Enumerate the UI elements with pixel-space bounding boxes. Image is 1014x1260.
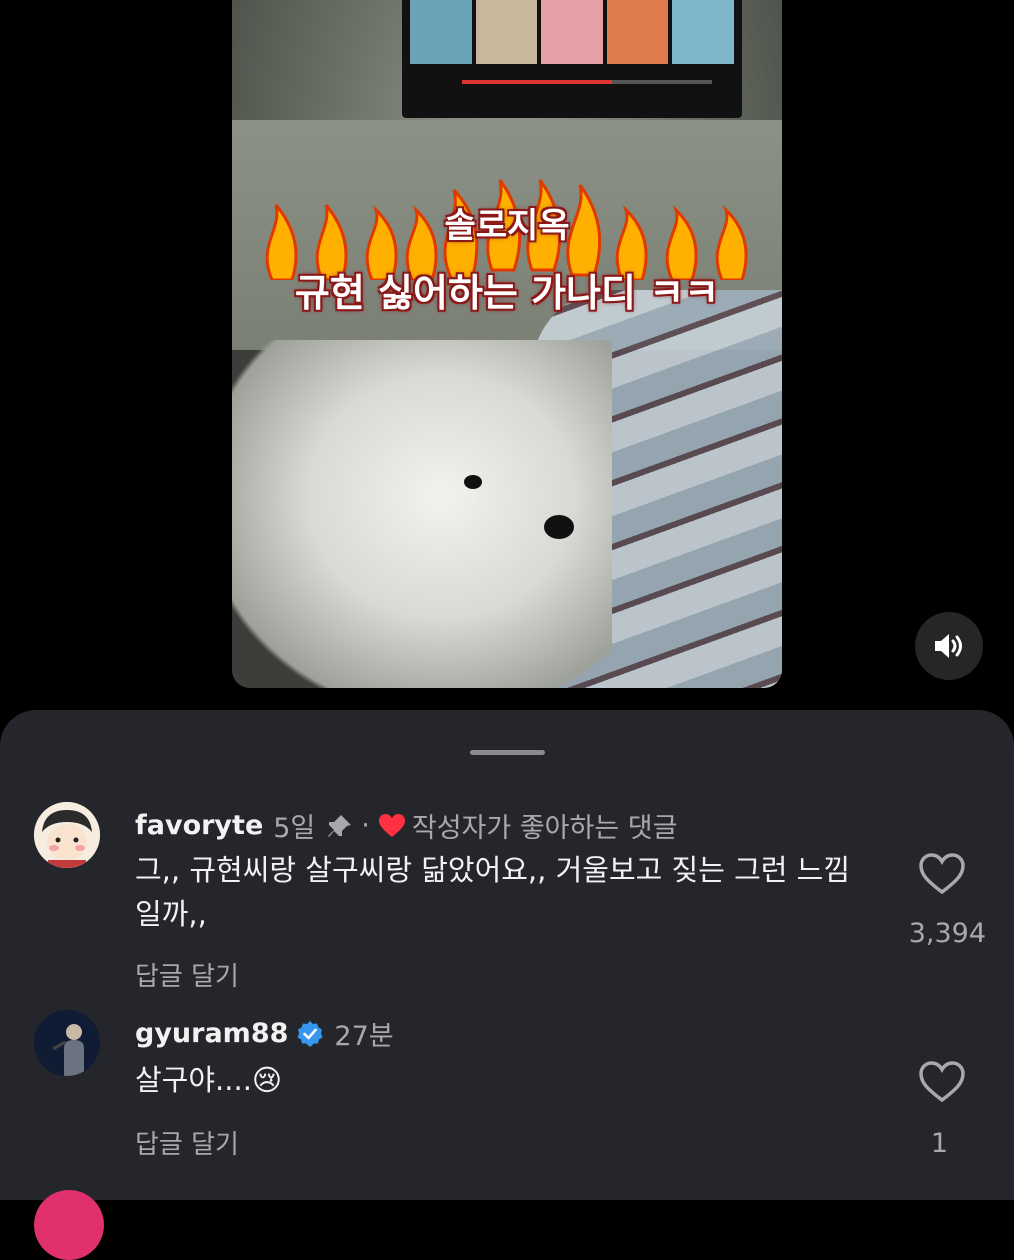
- comment-username[interactable]: favoryte: [135, 810, 263, 841]
- heart-filled-icon: [378, 813, 405, 837]
- like-heart-icon[interactable]: [918, 1060, 966, 1104]
- comment-meta: gyuram88 27분: [135, 1014, 394, 1053]
- next-comment-avatar[interactable]: [34, 1190, 104, 1260]
- comment-text: 살구야....😢: [135, 1063, 283, 1097]
- like-count: 3,394: [908, 918, 986, 949]
- avatar[interactable]: [34, 802, 100, 868]
- video-dog: [232, 340, 612, 688]
- verified-badge-icon: [297, 1020, 323, 1047]
- sound-toggle-button[interactable]: [915, 612, 983, 680]
- speaker-icon: [935, 634, 962, 658]
- comments-sheet[interactable]: favoryte 5일 · 작성자가 좋아하는 댓글 그,, 규현씨랑 살구씨랑…: [0, 710, 1014, 1200]
- video-caption-line1: 솔로지옥: [444, 206, 570, 246]
- like-heart-icon[interactable]: [918, 852, 966, 896]
- liked-by-author-label: 작성자가 좋아하는 댓글: [411, 813, 678, 844]
- comment-meta: favoryte 5일 · 작성자가 좋아하는 댓글: [135, 806, 677, 845]
- sheet-grabber-handle[interactable]: [470, 750, 545, 755]
- comment-time: 27분: [334, 1021, 394, 1052]
- reply-button[interactable]: 답글 달기: [135, 956, 239, 993]
- avatar[interactable]: [34, 1010, 100, 1076]
- pin-icon: [328, 814, 352, 837]
- like-count: 1: [930, 1128, 948, 1159]
- comment-time: 5일: [273, 813, 316, 844]
- meta-separator: ·: [361, 810, 370, 841]
- reel-video[interactable]: 솔로지옥 규현 싫어하는 가나디 ㅋㅋ: [232, 0, 782, 688]
- comment-text: 그,, 규현씨랑 살구씨랑 닮았어요,, 거울보고 짖는 그런 느낌일까,,: [135, 853, 851, 931]
- reply-button[interactable]: 답글 달기: [135, 1124, 239, 1161]
- comment-username[interactable]: gyuram88: [135, 1018, 288, 1049]
- video-tv: [402, 0, 742, 118]
- video-caption-line2: 규현 싫어하는 가나디 ㅋㅋ: [294, 271, 720, 315]
